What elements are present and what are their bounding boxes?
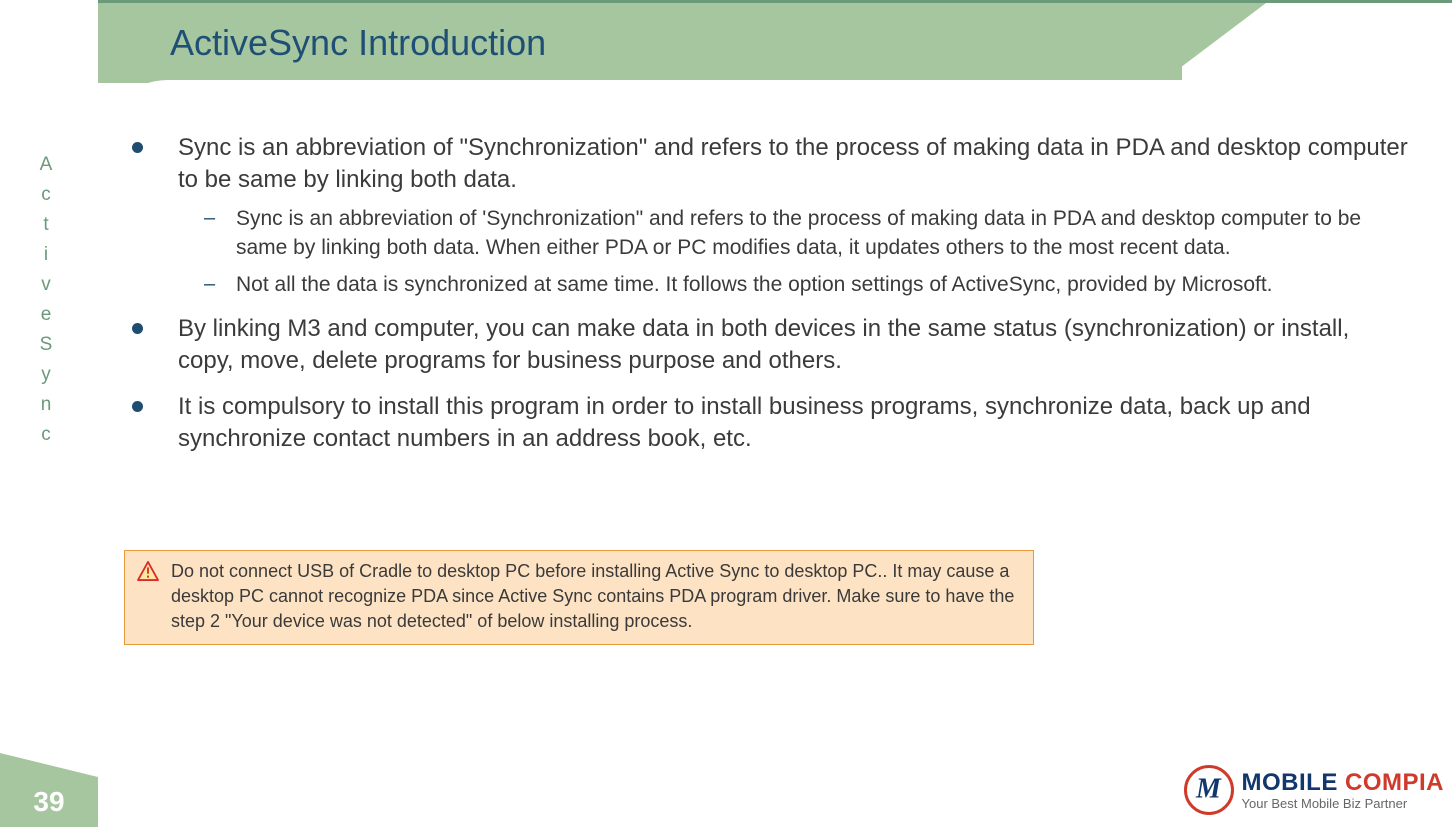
sidebar-char: i [36, 240, 56, 270]
sub-bullet-list: Sync is an abbreviation of 'Synchronizat… [192, 204, 1408, 299]
page-number: 39 [0, 777, 98, 827]
sidebar-char: t [36, 210, 56, 240]
warning-text: Do not connect USB of Cradle to desktop … [171, 559, 1021, 634]
bullet-item: By linking M3 and computer, you can make… [118, 313, 1408, 377]
sidebar-char: y [36, 360, 56, 390]
sidebar-char: S [36, 330, 56, 360]
logo-tagline: Your Best Mobile Biz Partner [1242, 797, 1445, 810]
bullet-item: It is compulsory to install this program… [118, 391, 1408, 455]
slide-title: ActiveSync Introduction [170, 22, 546, 64]
sidebar-char: c [36, 420, 56, 450]
logo-mark-icon [1184, 765, 1234, 815]
logo-word-1: MOBILE [1242, 769, 1346, 796]
header-diagonal [1160, 0, 1270, 83]
sidebar-char: e [36, 300, 56, 330]
sidebar-char: n [36, 390, 56, 420]
bullet-item: Sync is an abbreviation of "Synchronizat… [118, 132, 1408, 299]
warning-box: Do not connect USB of Cradle to desktop … [124, 550, 1034, 645]
logo-title: MOBILE COMPIA [1242, 771, 1445, 795]
page-number-corner [0, 753, 98, 777]
content-panel: Sync is an abbreviation of "Synchronizat… [98, 80, 1438, 800]
sidebar: A c t i v e S y n c 39 [0, 0, 98, 827]
logo-text: MOBILE COMPIA Your Best Mobile Biz Partn… [1242, 771, 1445, 810]
sidebar-char: c [36, 180, 56, 210]
logo-word-2: COMPIA [1345, 769, 1444, 796]
sidebar-char: v [36, 270, 56, 300]
bullet-text: Sync is an abbreviation of "Synchronizat… [178, 134, 1408, 193]
sidebar-vertical-label: A c t i v e S y n c [36, 150, 56, 450]
sub-bullet-item: Sync is an abbreviation of 'Synchronizat… [192, 204, 1408, 262]
bullet-list: Sync is an abbreviation of "Synchronizat… [118, 132, 1408, 455]
footer-logo: MOBILE COMPIA Your Best Mobile Biz Partn… [1184, 765, 1445, 815]
sub-bullet-item: Not all the data is synchronized at same… [192, 270, 1408, 299]
header-top-border [98, 0, 1452, 3]
warning-icon [137, 561, 159, 581]
sidebar-char: A [36, 150, 56, 180]
